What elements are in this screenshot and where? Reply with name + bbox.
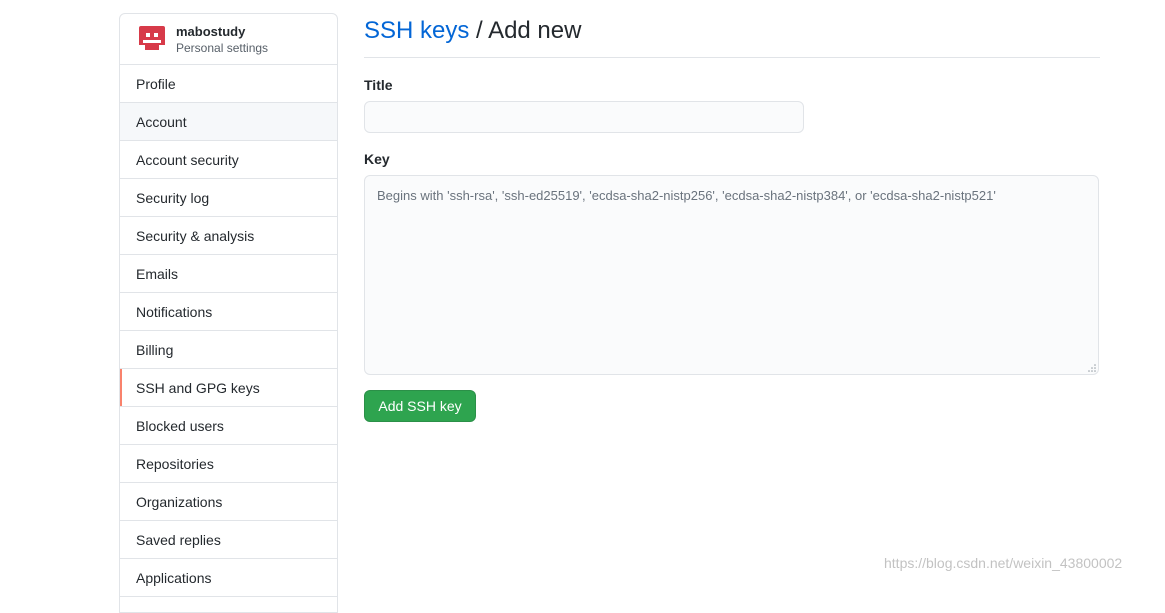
key-textarea[interactable] bbox=[364, 175, 1099, 375]
settings-sidebar: mabostudy Personal settings Profile Acco… bbox=[119, 13, 338, 613]
title-input[interactable] bbox=[364, 101, 804, 133]
sidebar-item-billing[interactable]: Billing bbox=[120, 331, 337, 369]
personal-settings-caption: Personal settings bbox=[176, 41, 269, 55]
sidebar-nav: Profile Account Account security Securit… bbox=[120, 65, 337, 597]
sidebar-item-applications[interactable]: Applications bbox=[120, 559, 337, 597]
add-ssh-key-button[interactable]: Add SSH key bbox=[364, 390, 476, 422]
profile-header[interactable]: mabostudy Personal settings bbox=[120, 14, 337, 65]
breadcrumb-ssh-keys-link[interactable]: SSH keys bbox=[364, 17, 469, 44]
resize-handle-icon[interactable] bbox=[1088, 364, 1096, 372]
title-divider bbox=[364, 57, 1100, 58]
page-title: SSH keys / Add new bbox=[364, 17, 581, 45]
sidebar-item-account-security[interactable]: Account security bbox=[120, 141, 337, 179]
breadcrumb-current: Add new bbox=[488, 17, 582, 44]
sidebar-item-repositories[interactable]: Repositories bbox=[120, 445, 337, 483]
sidebar-item-notifications[interactable]: Notifications bbox=[120, 293, 337, 331]
sidebar-item-blocked-users[interactable]: Blocked users bbox=[120, 407, 337, 445]
sidebar-item-security-analysis[interactable]: Security & analysis bbox=[120, 217, 337, 255]
sidebar-item-emails[interactable]: Emails bbox=[120, 255, 337, 293]
sidebar-item-account[interactable]: Account bbox=[120, 103, 337, 141]
sidebar-item-saved-replies[interactable]: Saved replies bbox=[120, 521, 337, 559]
sidebar-item-profile[interactable]: Profile bbox=[120, 65, 337, 103]
breadcrumb-separator: / bbox=[476, 17, 483, 44]
avatar[interactable] bbox=[137, 23, 167, 53]
watermark-text: https://blog.csdn.net/weixin_43800002 bbox=[884, 555, 1123, 571]
key-label: Key bbox=[364, 151, 390, 167]
sidebar-item-ssh-gpg-keys[interactable]: SSH and GPG keys bbox=[120, 369, 337, 407]
sidebar-item-organizations[interactable]: Organizations bbox=[120, 483, 337, 521]
title-label: Title bbox=[364, 77, 393, 93]
username[interactable]: mabostudy bbox=[176, 24, 245, 39]
sidebar-item-security-log[interactable]: Security log bbox=[120, 179, 337, 217]
